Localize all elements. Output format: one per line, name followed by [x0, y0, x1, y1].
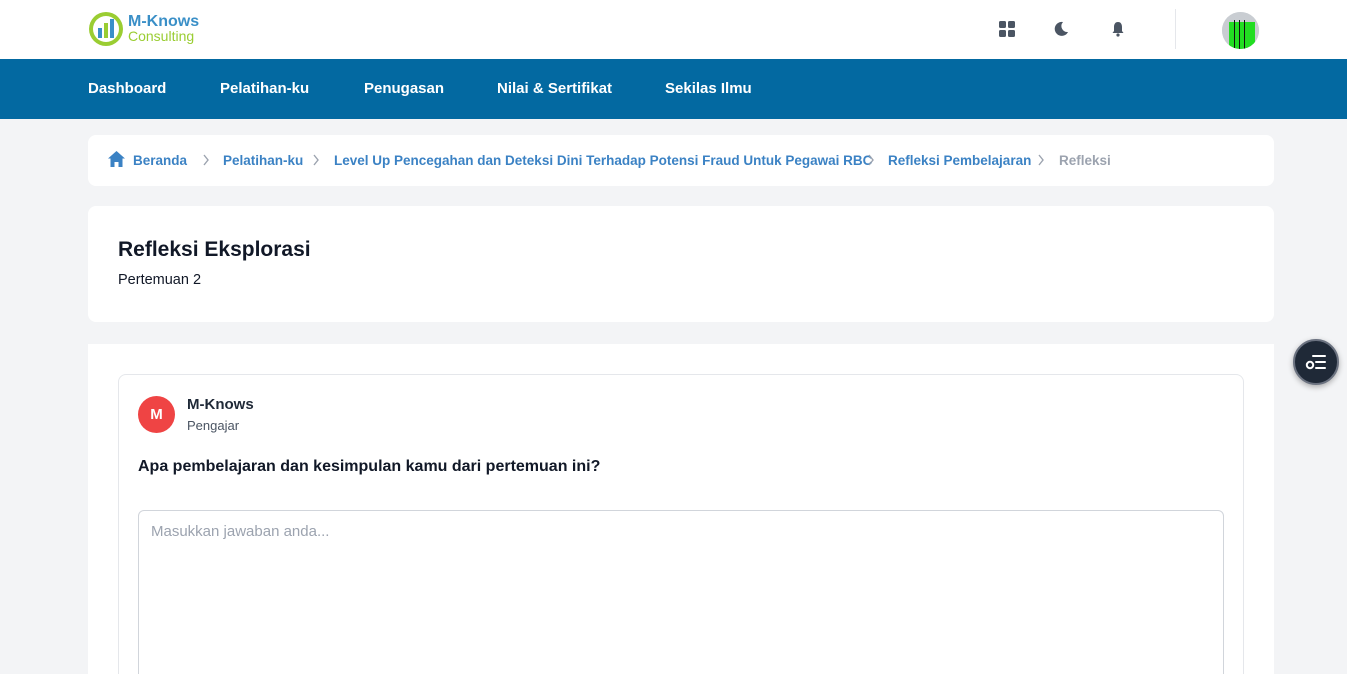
breadcrumb: Beranda Pelatihan-ku Level Up Pencegahan…: [88, 135, 1274, 186]
main-navbar: Dashboard Pelatihan-ku Penugasan Nilai &…: [0, 59, 1347, 119]
home-icon[interactable]: [107, 150, 126, 168]
answer-textarea[interactable]: [138, 510, 1224, 674]
brand-name: M-Knows: [128, 13, 200, 30]
breadcrumb-refleksi-pembelajaran[interactable]: Refleksi Pembelajaran: [888, 153, 1031, 168]
nav-pelatihan-ku[interactable]: Pelatihan-ku: [220, 80, 309, 97]
teacher-name: M-Knows: [187, 396, 254, 413]
nav-dashboard[interactable]: Dashboard: [88, 80, 166, 97]
moon-icon[interactable]: [1051, 19, 1071, 39]
logo-icon: [89, 12, 123, 46]
teacher-avatar: M: [138, 396, 175, 433]
page-title: Refleksi Eksplorasi: [118, 238, 311, 261]
breadcrumb-refleksi: Refleksi: [1059, 153, 1111, 168]
list-settings-icon: [1305, 355, 1326, 370]
nav-sekilas-ilmu[interactable]: Sekilas Ilmu: [665, 80, 752, 97]
content-card: M M-Knows Pengajar Apa pembelajaran dan …: [88, 344, 1274, 674]
page-subtitle: Pertemuan 2: [118, 272, 202, 288]
breadcrumb-beranda[interactable]: Beranda: [133, 153, 187, 168]
chevron-right-icon: [313, 154, 319, 166]
floating-menu-button[interactable]: [1293, 339, 1339, 385]
brand-tagline: Consulting: [128, 28, 195, 44]
chevron-right-icon: [1038, 154, 1044, 166]
nav-penugasan[interactable]: Penugasan: [364, 80, 444, 97]
question-card: M M-Knows Pengajar Apa pembelajaran dan …: [118, 374, 1244, 674]
chevron-right-icon: [868, 154, 874, 166]
top-divider: [1175, 9, 1176, 49]
user-avatar[interactable]: [1222, 12, 1259, 49]
bell-icon[interactable]: [1108, 19, 1128, 39]
top-bar: M-Knows Consulting: [0, 0, 1347, 59]
grid-icon[interactable]: [997, 19, 1017, 39]
nav-nilai-sertifikat[interactable]: Nilai & Sertifikat: [497, 80, 612, 97]
breadcrumb-pelatihan-ku[interactable]: Pelatihan-ku: [223, 153, 303, 168]
question-text: Apa pembelajaran dan kesimpulan kamu dar…: [138, 458, 601, 475]
breadcrumb-course[interactable]: Level Up Pencegahan dan Deteksi Dini Ter…: [334, 153, 872, 168]
brand-logo[interactable]: M-Knows Consulting: [88, 11, 199, 47]
teacher-role: Pengajar: [187, 418, 240, 433]
page-header-card: Refleksi Eksplorasi Pertemuan 2: [88, 206, 1274, 322]
chevron-right-icon: [203, 154, 209, 166]
